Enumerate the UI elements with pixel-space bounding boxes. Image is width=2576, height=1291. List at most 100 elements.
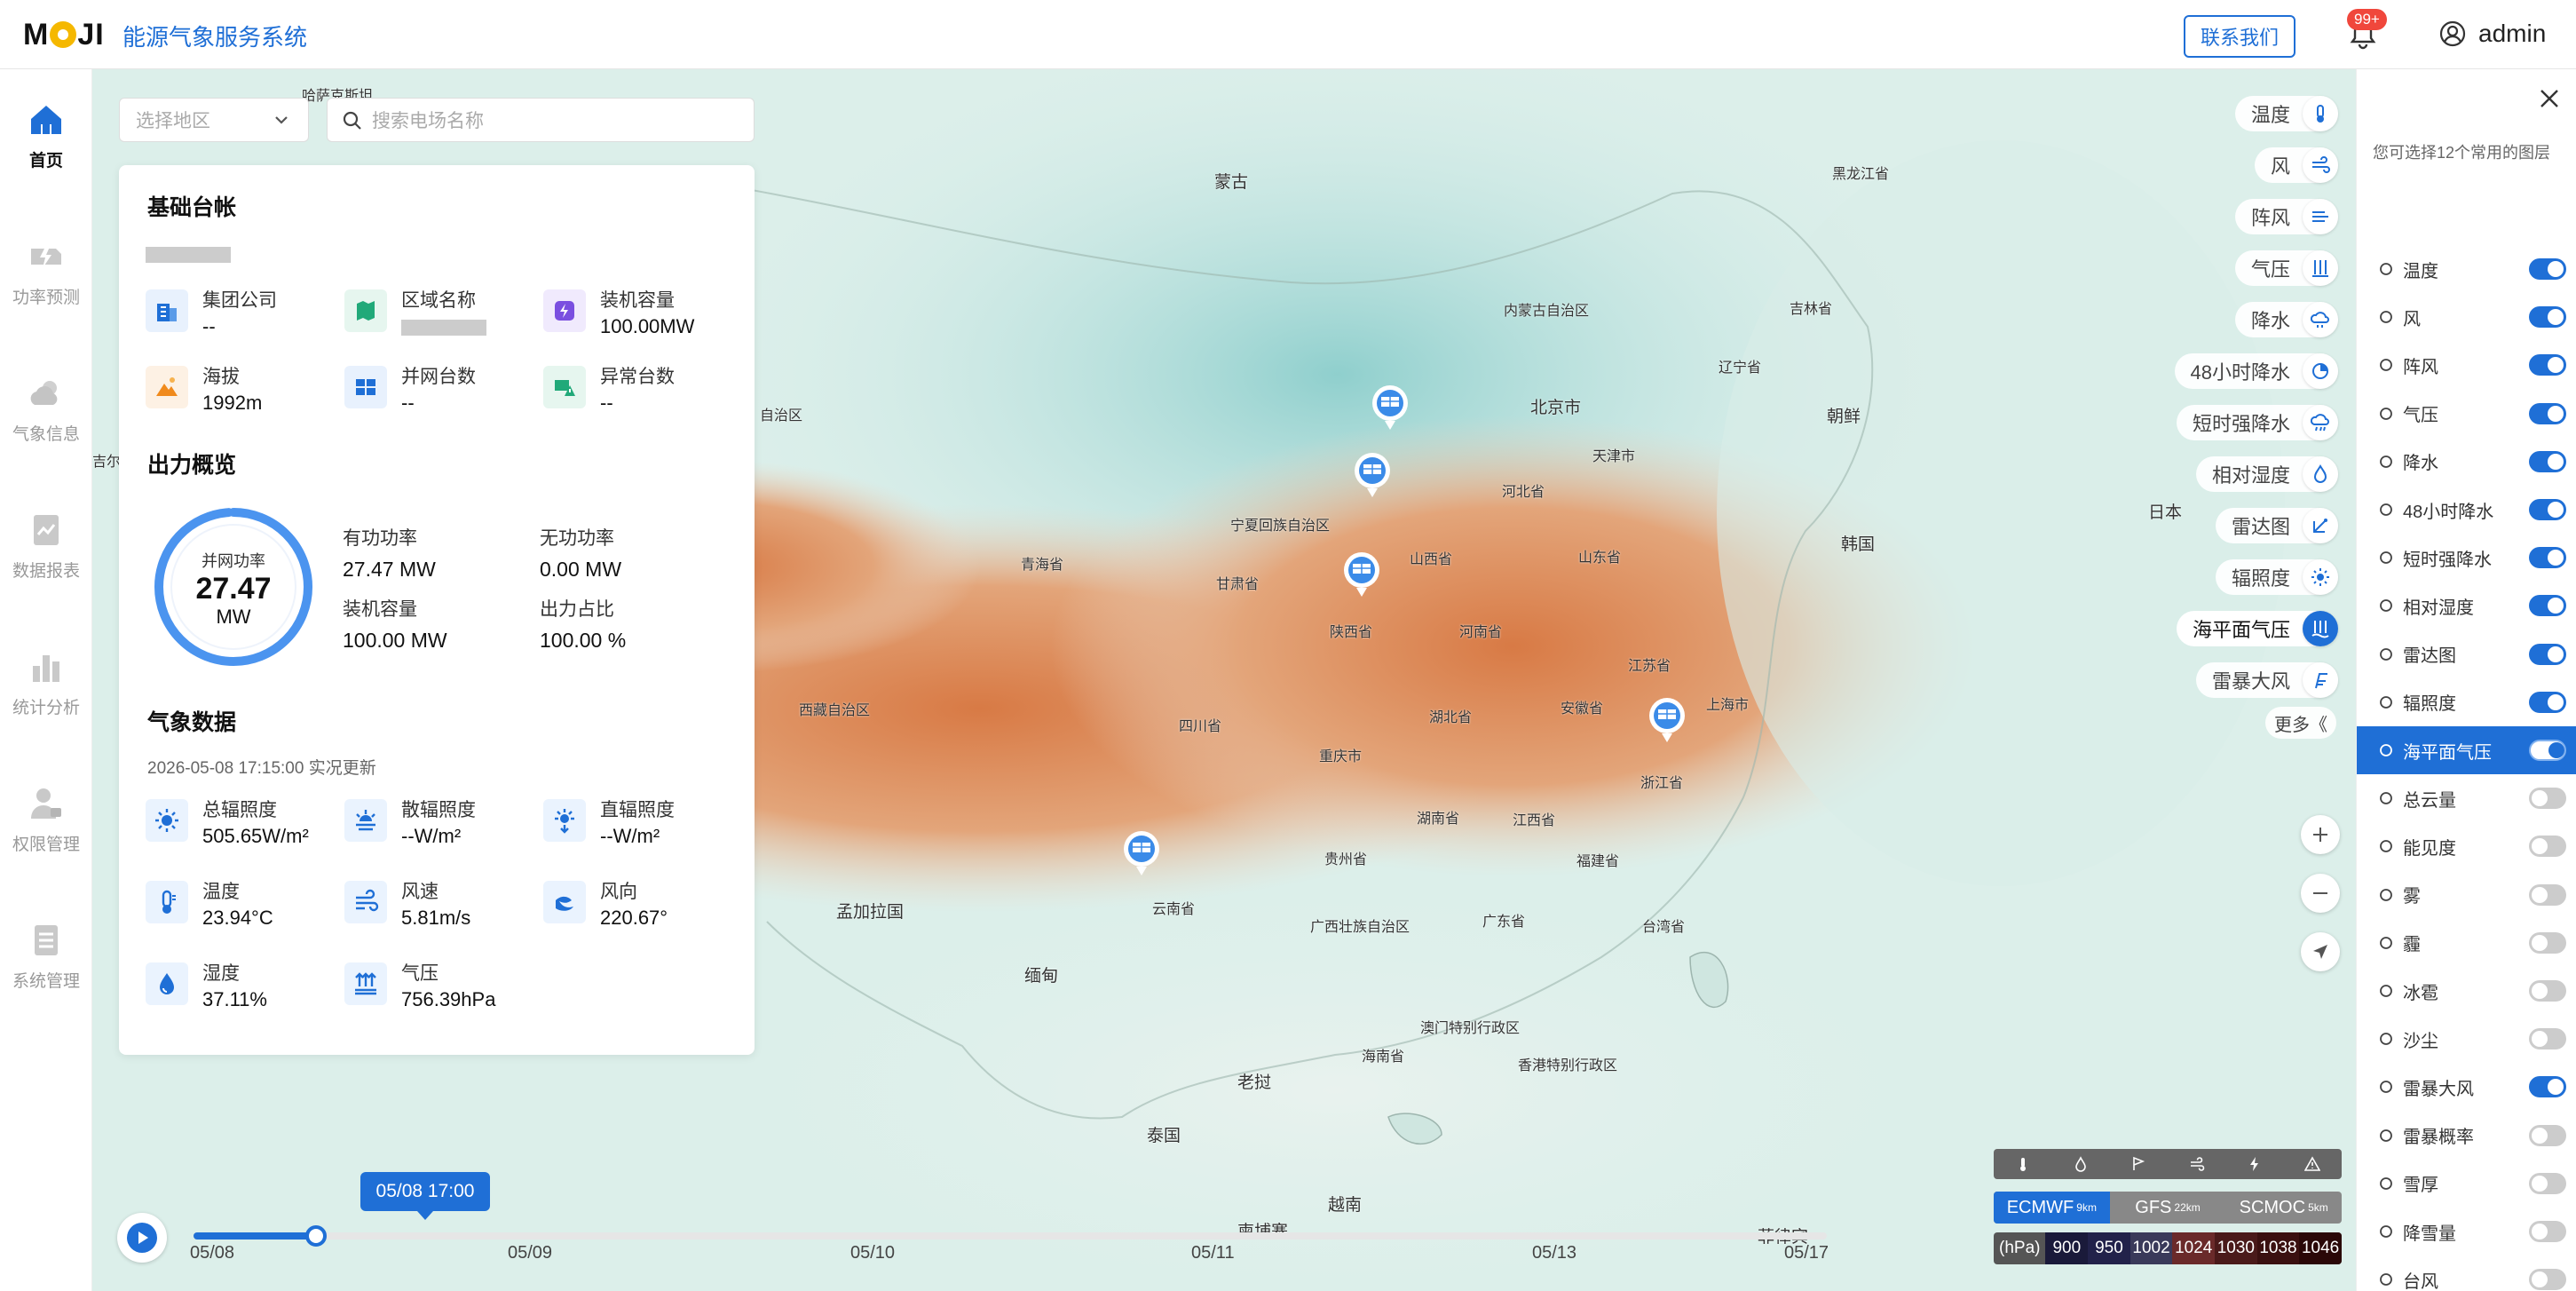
map-label: 浙江省 (1640, 776, 1684, 791)
locate-button[interactable] (2301, 932, 2340, 971)
timeline-current-tooltip: 05/08 17:00 (360, 1172, 490, 1220)
station-pin[interactable] (1351, 451, 1394, 504)
layer-row[interactable]: 气压 (2357, 390, 2576, 438)
map-label: 泰国 (1147, 1127, 1181, 1145)
layer-toggle[interactable] (2529, 306, 2566, 329)
grid-units-icon (356, 379, 375, 395)
layer-toggle[interactable] (2529, 1269, 2566, 1291)
warning-icon[interactable] (2304, 1156, 2321, 1172)
layer-row[interactable]: 冰雹 (2357, 967, 2576, 1015)
layer-row[interactable]: 风 (2357, 293, 2576, 341)
close-icon[interactable] (2538, 87, 2561, 110)
layer-row[interactable]: 总云量 (2357, 774, 2576, 822)
layer-toggle[interactable] (2529, 931, 2566, 954)
layer-toggle[interactable] (2529, 258, 2566, 280)
layer-toggle[interactable] (2529, 547, 2566, 569)
humidity-icon (160, 973, 174, 994)
wind-icon[interactable] (2189, 1156, 2205, 1172)
station-pin[interactable] (1120, 829, 1163, 883)
nav-item-statistics[interactable]: 统计分析 (0, 648, 92, 764)
moji-logo[interactable]: M JI (23, 18, 105, 51)
layer-row[interactable]: 雷暴大风 (2357, 1063, 2576, 1111)
nav-item-home[interactable]: 首页 (0, 101, 92, 217)
model-scmoc[interactable]: SCMOC 5km (2225, 1192, 2342, 1224)
layer-chip-irradiance[interactable]: 辐照度 (2215, 559, 2338, 595)
zoom-out-button[interactable] (2301, 874, 2340, 913)
layer-toggle[interactable] (2529, 980, 2566, 1002)
play-button[interactable] (117, 1213, 167, 1263)
layer-row[interactable]: 雷暴概率 (2357, 1112, 2576, 1160)
model-ecmwf[interactable]: ECMWF 9km (1994, 1192, 2110, 1224)
layer-toggle[interactable] (2529, 691, 2566, 713)
layer-chip-heavy-rain[interactable]: 短时强降水 (2176, 405, 2338, 440)
layer-row[interactable]: 阵风 (2357, 341, 2576, 389)
layer-toggle[interactable] (2529, 402, 2566, 424)
more-layers-button[interactable]: 更多《 (2265, 707, 2336, 739)
layer-chip-precip-48h[interactable]: 48小时降水 (2174, 353, 2338, 389)
layer-toggle[interactable] (2529, 1221, 2566, 1242)
zoom-in-button[interactable] (2301, 815, 2340, 854)
layer-toggle[interactable] (2529, 354, 2566, 376)
layer-toggle[interactable] (2529, 836, 2566, 858)
layer-row[interactable]: 短时强降水 (2357, 534, 2576, 582)
layer-row[interactable]: 降雪量 (2357, 1208, 2576, 1255)
layer-chip-precipitation[interactable]: 降水 (2234, 302, 2338, 337)
layer-chip-pressure[interactable]: 气压 (2234, 250, 2338, 286)
layer-toggle[interactable] (2529, 595, 2566, 617)
layer-row[interactable]: 能见度 (2357, 822, 2576, 870)
lightning-icon[interactable] (2247, 1156, 2263, 1172)
layer-chip-sea-level-pressure[interactable]: 海平面气压 (2176, 611, 2338, 646)
grid-power-gauge: 并网功率 27.47 MW (154, 508, 312, 666)
layer-toggle[interactable] (2529, 499, 2566, 520)
contact-us-button[interactable]: 联系我们 (2184, 15, 2295, 58)
layer-row[interactable]: 温度 (2357, 245, 2576, 293)
timeline-progress (194, 1232, 316, 1240)
user-menu[interactable]: admin (2439, 20, 2546, 48)
layer-toggle[interactable] (2529, 788, 2566, 810)
nav-item-system-management[interactable]: 系统管理 (0, 922, 92, 1037)
layer-row[interactable]: 沙尘 (2357, 1015, 2576, 1063)
thermometer-icon[interactable] (2015, 1156, 2031, 1172)
diffuse-irradiance-icon (356, 810, 375, 831)
layer-row[interactable]: 辐照度 (2357, 678, 2576, 726)
droplet-icon[interactable] (2073, 1156, 2089, 1172)
timeline-tick: 05/17 (1784, 1243, 1829, 1263)
model-gfs[interactable]: GFS 22km (2110, 1192, 2226, 1224)
timeline-knob[interactable] (305, 1225, 327, 1247)
timeline-track[interactable] (194, 1225, 1827, 1247)
station-search-input[interactable]: 搜索电场名称 (327, 98, 755, 142)
scale-stop: 1002 (2130, 1232, 2173, 1264)
layer-chip-wind[interactable]: 风 (2254, 147, 2338, 183)
layer-row[interactable]: 降水 (2357, 438, 2576, 486)
layer-row[interactable]: 雪厚 (2357, 1160, 2576, 1208)
layer-toggle[interactable] (2529, 450, 2566, 472)
layer-row[interactable]: 霾 (2357, 919, 2576, 967)
nav-item-data-report[interactable]: 数据报表 (0, 511, 92, 627)
layer-toggle[interactable] (2529, 1172, 2566, 1194)
layer-row[interactable]: 48小时降水 (2357, 486, 2576, 534)
layer-toggle[interactable] (2529, 1076, 2566, 1098)
layer-toggle[interactable] (2529, 883, 2566, 906)
flag-icon[interactable] (2130, 1156, 2146, 1172)
nav-item-permission[interactable]: 权限管理 (0, 785, 92, 900)
layer-row[interactable]: 雷达图 (2357, 630, 2576, 678)
region-select[interactable]: 选择地区 (119, 98, 309, 142)
layer-chip-radar[interactable]: 雷达图 (2215, 508, 2338, 543)
layer-row[interactable]: 相对湿度 (2357, 582, 2576, 630)
station-pin[interactable] (1646, 696, 1688, 749)
layer-chip-humidity[interactable]: 相对湿度 (2195, 456, 2338, 492)
layer-toggle[interactable] (2529, 1124, 2566, 1146)
station-pin[interactable] (1340, 550, 1383, 604)
layer-chip-temperature[interactable]: 温度 (2234, 96, 2338, 131)
layer-row[interactable]: 海平面气压 (2357, 726, 2576, 774)
layer-chip-thunderstorm-wind[interactable]: 雷暴大风 (2195, 662, 2338, 698)
layer-toggle[interactable] (2529, 1028, 2566, 1050)
layer-chip-gust[interactable]: 阵风 (2234, 199, 2338, 234)
nav-item-weather-info[interactable]: 气象信息 (0, 375, 92, 490)
layer-row[interactable]: 台风 (2357, 1255, 2576, 1291)
station-pin[interactable] (1369, 384, 1411, 437)
layer-toggle[interactable] (2529, 643, 2566, 665)
nav-item-power-forecast[interactable]: 功率预测 (0, 238, 92, 353)
layer-toggle[interactable] (2529, 740, 2566, 761)
layer-row[interactable]: 雾 (2357, 871, 2576, 919)
